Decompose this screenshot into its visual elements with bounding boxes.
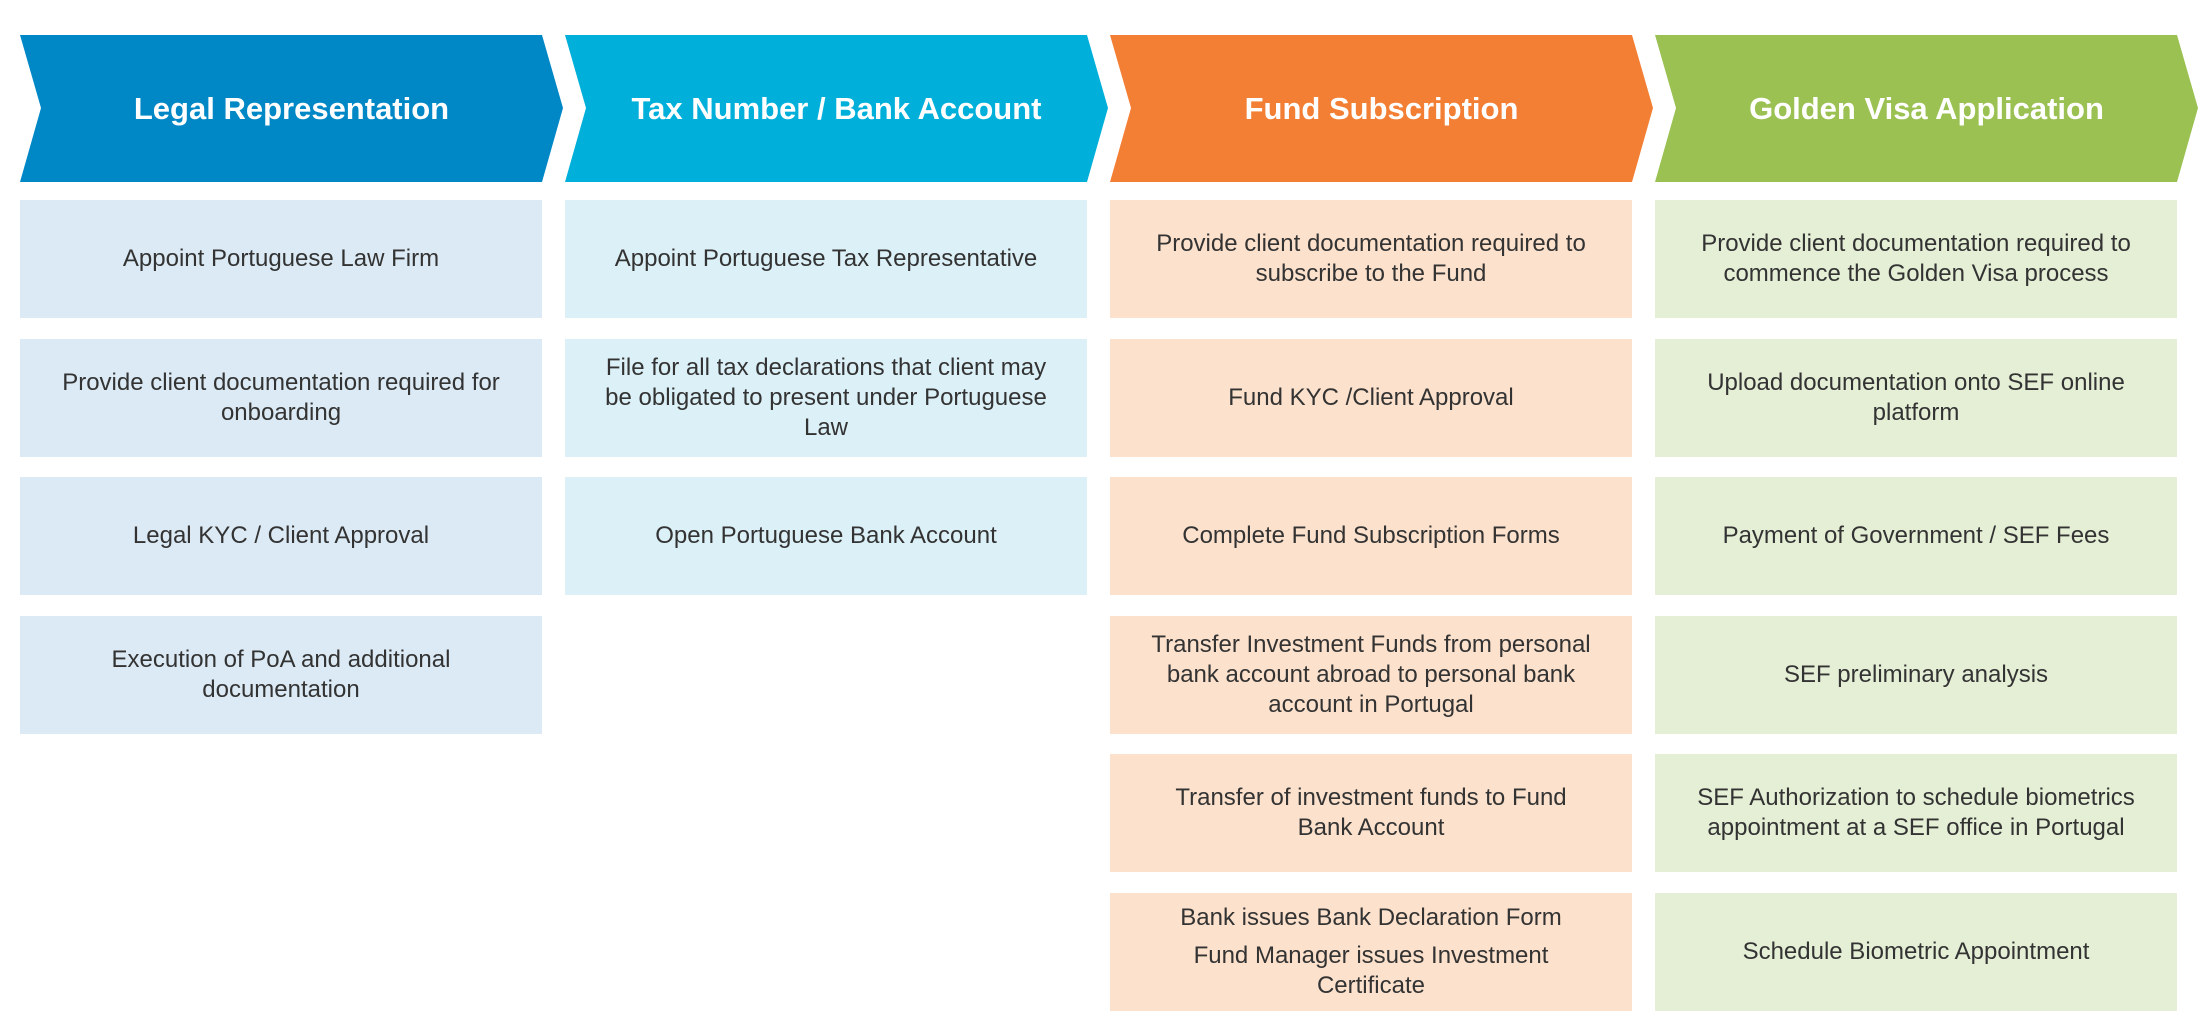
step-card-content: File for all tax declarations that clien… <box>601 353 1051 443</box>
stage-golden-visa-application: Golden Visa Application Provide client d… <box>1655 35 2200 1011</box>
step-card-content: Schedule Biometric Appointment <box>1743 937 2090 967</box>
step-card-content: Payment of Government / SEF Fees <box>1723 521 2110 551</box>
step-text: Transfer of investment funds to Fund Ban… <box>1175 784 1567 841</box>
stage-title: Fund Subscription <box>1244 90 1519 126</box>
stage-steps: Provide client documentation required to… <box>1655 200 2177 1031</box>
step-card: Transfer Investment Funds from personal … <box>1110 615 1632 734</box>
step-card: Fund KYC /Client Approval <box>1110 338 1632 457</box>
stage-header-chevron: Tax Number / Bank Account <box>565 35 1108 182</box>
step-card: Schedule Biometric Appointment <box>1655 892 2177 1011</box>
step-text: SEF Authorization to schedule biometrics… <box>1697 784 2135 841</box>
step-text: Bank issues Bank Declaration Form <box>1180 903 1562 931</box>
step-card: Complete Fund Subscription Forms <box>1110 477 1632 595</box>
step-text: Appoint Portuguese Law Firm <box>122 245 440 272</box>
step-card-content: Appoint Portuguese Law Firm <box>123 244 439 274</box>
step-text: Fund Manager issues Investment Certifica… <box>1193 941 1549 999</box>
step-text: Open Portuguese Bank Account <box>655 522 997 549</box>
step-card-content: Provide client documentation required fo… <box>56 368 506 428</box>
step-text: Upload documentation onto SEF online pla… <box>1707 368 2125 426</box>
step-card-content: Transfer of investment funds to Fund Ban… <box>1146 783 1596 843</box>
step-card-content: SEF Authorization to schedule biometrics… <box>1691 783 2141 843</box>
stage-fund-subscription: Fund Subscription Provide client documen… <box>1110 35 1670 1011</box>
stage-title: Legal Representation <box>133 90 450 126</box>
step-text: Payment of Government / SEF Fees <box>1722 522 2110 549</box>
step-text: Fund KYC /Client Approval <box>1228 383 1514 411</box>
step-card-content: Fund KYC /Client Approval <box>1228 383 1513 413</box>
step-text: Transfer Investment Funds from personal … <box>1151 630 1591 718</box>
step-text: Provide client documentation required to… <box>1701 230 2131 287</box>
stage-header-chevron: Golden Visa Application <box>1655 35 2198 182</box>
stage-steps: Provide client documentation required to… <box>1110 200 1632 1031</box>
step-text: Execution of PoA and additional document… <box>111 645 451 703</box>
step-text: Legal KYC / Client Approval <box>132 522 430 549</box>
step-card: Open Portuguese Bank Account <box>565 477 1087 595</box>
stage-title: Tax Number / Bank Account <box>631 90 1042 126</box>
stage-header-chevron: Fund Subscription <box>1110 35 1653 182</box>
stage-tax-number-bank-account: Tax Number / Bank Account Appoint Portug… <box>565 35 1125 595</box>
step-card-content: Complete Fund Subscription Forms <box>1182 521 1559 551</box>
step-text: SEF preliminary analysis <box>1783 660 2049 688</box>
step-card-content: SEF preliminary analysis <box>1784 660 2048 690</box>
step-card-content: Provide client documentation required to… <box>1146 229 1596 289</box>
stage-title: Golden Visa Application <box>1749 90 2104 126</box>
step-card: Execution of PoA and additional document… <box>20 615 542 734</box>
step-card: Legal KYC / Client Approval <box>20 477 542 595</box>
step-card: Appoint Portuguese Law Firm <box>20 200 542 318</box>
step-card: Transfer of investment funds to Fund Ban… <box>1110 754 1632 872</box>
step-text: Schedule Biometric Appointment <box>1742 937 2090 965</box>
step-card-content: Provide client documentation required to… <box>1691 229 2141 289</box>
stage-header-chevron: Legal Representation <box>20 35 563 182</box>
step-card-content: Execution of PoA and additional document… <box>56 645 506 705</box>
step-card-content: Upload documentation onto SEF online pla… <box>1691 368 2141 428</box>
step-card-content: Open Portuguese Bank Account <box>655 521 997 551</box>
step-card: File for all tax declarations that clien… <box>565 338 1087 457</box>
step-card-content: Appoint Portuguese Tax Representative <box>615 244 1038 274</box>
step-card: Provide client documentation required fo… <box>20 338 542 457</box>
step-card: Payment of Government / SEF Fees <box>1655 477 2177 595</box>
step-card: Upload documentation onto SEF online pla… <box>1655 338 2177 457</box>
step-card: SEF Authorization to schedule biometrics… <box>1655 754 2177 872</box>
step-card: Bank issues Bank Declaration Form Fund Ma… <box>1110 892 1632 1011</box>
step-text: Provide client documentation required fo… <box>62 368 500 426</box>
step-card: Appoint Portuguese Tax Representative <box>565 200 1087 318</box>
step-card-content: Legal KYC / Client Approval <box>133 521 429 551</box>
step-text: Complete Fund Subscription Forms <box>1182 522 1560 549</box>
stage-steps: Appoint Portuguese Law Firm Provide clien… <box>20 200 542 754</box>
step-text: File for all tax declarations that clien… <box>605 353 1047 441</box>
step-card: SEF preliminary analysis <box>1655 615 2177 734</box>
step-card: Provide client documentation required to… <box>1655 200 2177 318</box>
stage-steps: Appoint Portuguese Tax Representative Fil… <box>565 200 1087 616</box>
step-card: Provide client documentation required to… <box>1110 200 1632 318</box>
step-text: Appoint Portuguese Tax Representative <box>614 245 1038 272</box>
step-card-content: Transfer Investment Funds from personal … <box>1146 630 1596 720</box>
step-text: Provide client documentation required to… <box>1156 230 1586 287</box>
stage-legal-representation: Legal Representation Appoint Portuguese … <box>20 35 580 734</box>
step-card-content: Bank issues Bank Declaration Form Fund Ma… <box>1146 903 1596 1001</box>
